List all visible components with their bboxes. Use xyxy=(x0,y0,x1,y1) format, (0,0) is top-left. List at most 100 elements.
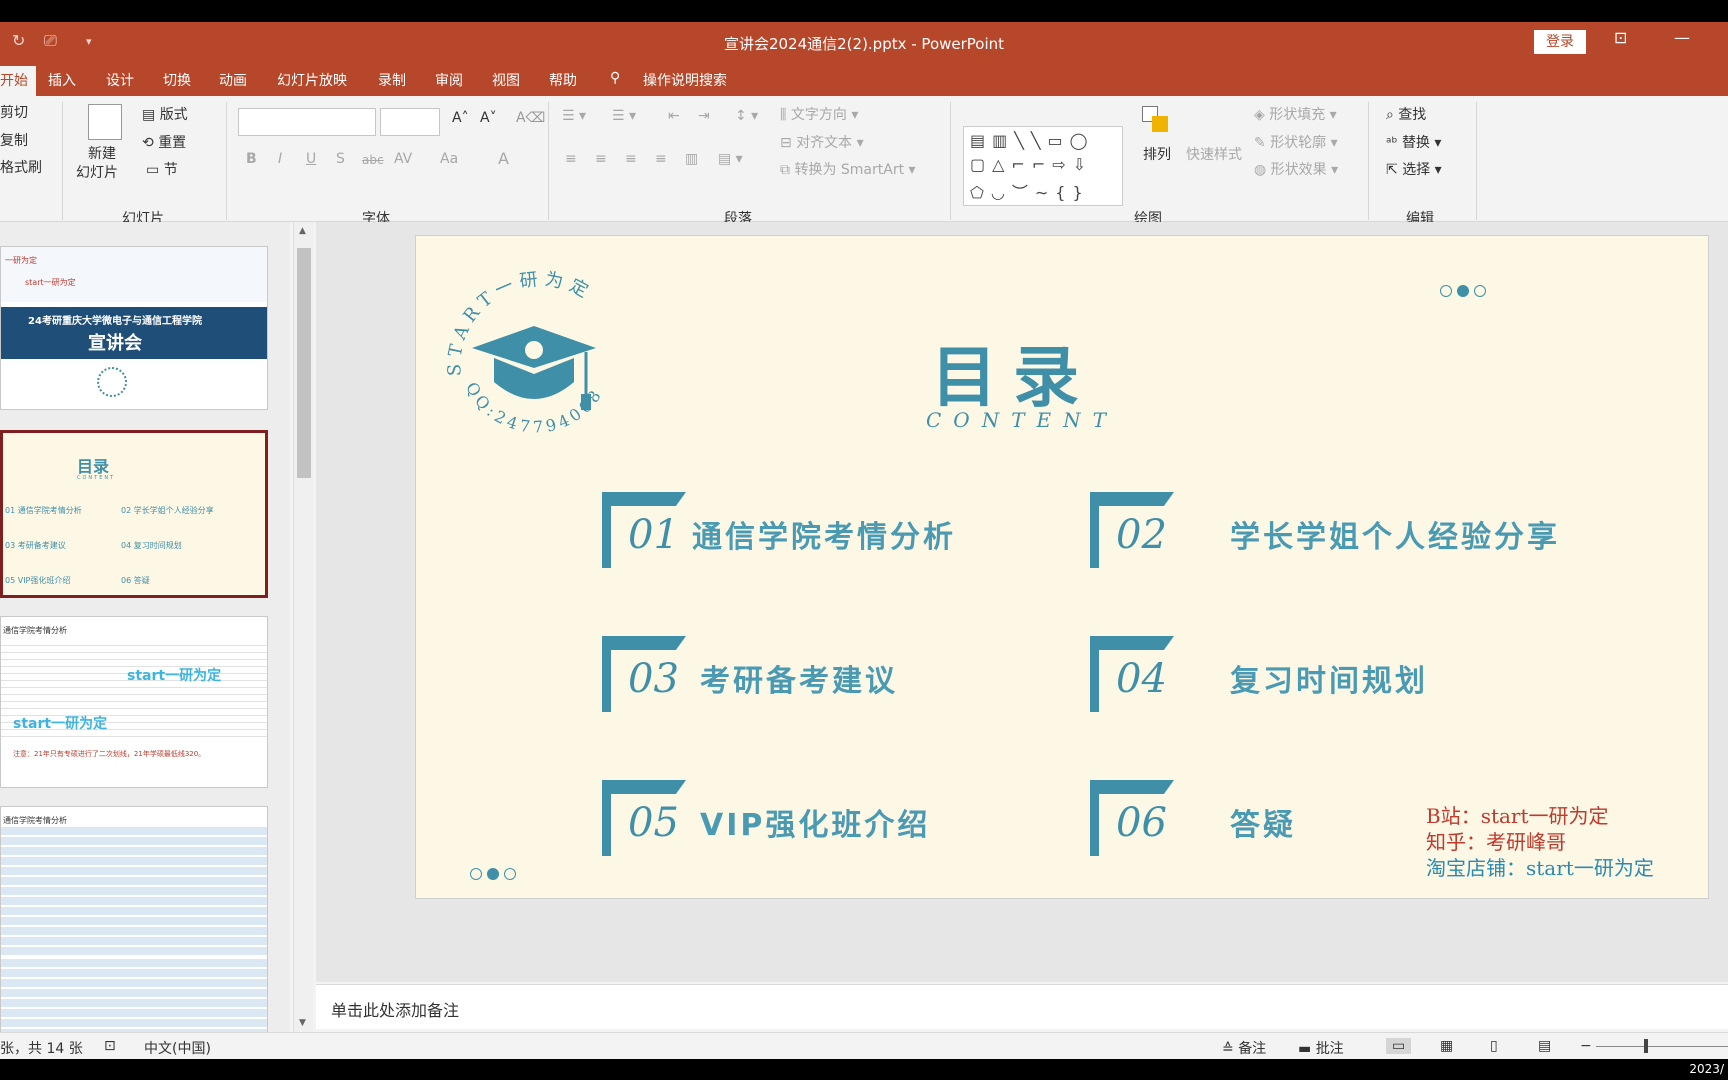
shape-effects-button[interactable]: ◍ 形状效果 ▾ xyxy=(1254,159,1338,179)
credit-taobao: 淘宝店铺：start一研为定 xyxy=(1426,856,1654,880)
thumb2-title: 目录 xyxy=(77,457,110,476)
slide-dots-bottom xyxy=(470,868,516,880)
thumb1-tag2: start一研为定 xyxy=(25,278,76,287)
arrange-icon[interactable] xyxy=(1142,106,1172,140)
tell-me-search[interactable]: 操作说明搜索 xyxy=(643,70,727,90)
tab-design[interactable]: 设计 xyxy=(106,70,134,90)
align-center-icon[interactable]: ≡ xyxy=(595,151,607,167)
tab-help[interactable]: 帮助 xyxy=(549,70,577,90)
login-button[interactable]: 登录 xyxy=(1534,30,1586,54)
font-name-field[interactable] xyxy=(238,108,376,136)
slide-sorter-icon[interactable]: ▦ xyxy=(1440,1038,1453,1054)
italic-button[interactable]: I xyxy=(278,151,282,167)
ribbon-display-icon[interactable]: ⊡ xyxy=(1614,28,1627,47)
thumbnail-slide-2[interactable]: 目录 CONTENT 01 通信学院考情分析 02 学长学姐个人经验分享 03 … xyxy=(0,430,268,598)
new-slide-button[interactable]: 新建 xyxy=(88,143,116,163)
zoom-out-icon[interactable]: − xyxy=(1580,1038,1592,1054)
line-spacing-icon[interactable]: ↕ ▾ xyxy=(735,108,758,124)
decrease-indent-icon[interactable]: ⇤ xyxy=(668,108,680,124)
shadow-button[interactable]: S xyxy=(336,151,345,167)
tab-transitions[interactable]: 切换 xyxy=(163,70,191,90)
tab-slideshow[interactable]: 幻灯片放映 xyxy=(277,70,347,90)
font-size-field[interactable] xyxy=(380,108,440,136)
cut-button[interactable]: 剪切 xyxy=(0,102,28,122)
shape-outline-button[interactable]: ✎ 形状轮廓 ▾ xyxy=(1254,132,1338,152)
thumb1-logo xyxy=(97,367,127,397)
scroll-up-icon[interactable]: ▲ xyxy=(299,226,306,236)
thumbnail-scrollbar[interactable]: ▲ ▼ xyxy=(293,222,313,1032)
copy-button[interactable]: 复制 xyxy=(0,130,28,150)
toc-label: VIP强化班介绍 xyxy=(700,808,931,843)
notes-pane[interactable]: 单击此处添加备注 xyxy=(316,984,1728,1029)
text-direction-button[interactable]: ⫼ 文字方向 ▾ xyxy=(780,104,858,124)
strike-button[interactable]: abc xyxy=(362,153,384,167)
format-painter-button[interactable]: 格式刷 xyxy=(0,157,42,177)
current-slide[interactable]: START一研为定 QQ:2477940089 目录 CONTENT 01 通信… xyxy=(415,235,1709,899)
justify-icon[interactable]: ≡ xyxy=(655,151,667,167)
toc-number: 03 xyxy=(628,656,679,702)
underline-button[interactable]: U xyxy=(306,151,316,167)
tab-review[interactable]: 审阅 xyxy=(435,70,463,90)
scrollbar-thumb[interactable] xyxy=(297,248,311,478)
arrange-button[interactable]: 排列 xyxy=(1143,144,1171,164)
accessibility-icon[interactable]: ⊡ xyxy=(104,1038,116,1054)
align-right-icon[interactable]: ≡ xyxy=(625,151,637,167)
ribbon: 剪切 复制 格式刷 新建 幻灯片 ▤ 版式 ⟲ 重置 ▭ 节 幻灯片 A˄ A˅… xyxy=(0,96,1728,227)
zoom-slider-thumb[interactable] xyxy=(1644,1039,1648,1053)
tab-record[interactable]: 录制 xyxy=(378,70,406,90)
shrink-font-icon[interactable]: A˅ xyxy=(480,110,497,126)
thumbnail-slide-1[interactable]: 一研为定 start一研为定 24考研重庆大学微电子与通信工程学院 宣讲会 xyxy=(0,246,268,410)
thumbnail-slide-4[interactable]: 通信学院考情分析 xyxy=(0,806,268,1046)
notes-toggle[interactable]: ≙ 备注 xyxy=(1222,1038,1266,1058)
thumb3-watermark-2: start一研为定 xyxy=(13,716,108,732)
reading-view-icon[interactable]: ▯ xyxy=(1490,1038,1498,1054)
quick-styles-button[interactable]: 快速样式 xyxy=(1186,144,1242,164)
numbering-icon[interactable]: ☰ ▾ xyxy=(612,108,636,124)
select-button[interactable]: ⇱ 选择 ▾ xyxy=(1386,159,1442,179)
shapes-gallery[interactable]: ▤▥╲╲▭◯ ▢△⌐⌐⇨⇩ ⬠◡︶∼{} xyxy=(963,126,1123,206)
grow-font-icon[interactable]: A˄ xyxy=(452,110,469,126)
tab-animations[interactable]: 动画 xyxy=(219,70,247,90)
layout-button[interactable]: ▤ 版式 xyxy=(142,104,188,124)
tab-home[interactable]: 开始 xyxy=(0,66,36,98)
align-left-icon[interactable]: ≡ xyxy=(565,151,577,167)
change-case-button[interactable]: Aa xyxy=(440,151,458,167)
section-label: 节 xyxy=(163,162,178,178)
new-slide-button-label2[interactable]: 幻灯片 xyxy=(76,162,118,182)
char-spacing-button[interactable]: AV xyxy=(394,151,412,167)
replace-button[interactable]: ᵃᵇ 替换 ▾ xyxy=(1386,132,1441,152)
smartart-button[interactable]: ⧉ 转换为 SmartArt ▾ xyxy=(780,159,916,179)
new-slide-icon[interactable] xyxy=(88,104,122,140)
zoom-slider[interactable] xyxy=(1596,1046,1728,1047)
comments-toggle[interactable]: ▬ 批注 xyxy=(1298,1038,1344,1058)
minimize-icon[interactable]: — xyxy=(1674,28,1690,47)
slide-title: 目录 xyxy=(931,338,1095,416)
tab-view[interactable]: 视图 xyxy=(492,70,520,90)
increase-indent-icon[interactable]: ⇥ xyxy=(698,108,710,124)
bullets-icon[interactable]: ☰ ▾ xyxy=(562,108,586,124)
notes-toggle-label: 备注 xyxy=(1238,1041,1267,1057)
section-button[interactable]: ▭ 节 xyxy=(146,159,178,179)
thumb2-item-3: 03 考研备考建议 xyxy=(5,541,66,550)
normal-view-icon[interactable]: ▭ xyxy=(1386,1038,1412,1054)
thumb2-item-5: 05 VIP强化班介绍 xyxy=(5,576,71,585)
thumbnail-slide-3[interactable]: 通信学院考情分析 start一研为定 start一研为定 注意：21年只有专硕进… xyxy=(0,616,268,788)
toc-number: 01 xyxy=(628,512,679,558)
slide-counter: 张，共 14 张 xyxy=(0,1041,83,1057)
language-indicator[interactable]: 中文(中国) xyxy=(144,1038,211,1058)
reset-button[interactable]: ⟲ 重置 xyxy=(142,132,186,152)
distribute-icon[interactable]: ▥ xyxy=(685,151,698,167)
slideshow-view-icon[interactable]: ▤ xyxy=(1538,1038,1551,1054)
columns-icon[interactable]: ▤ ▾ xyxy=(718,151,743,167)
font-color-button[interactable]: A xyxy=(498,149,509,168)
shape-fill-button[interactable]: ◈ 形状填充 ▾ xyxy=(1254,104,1337,124)
thumb3-title: 通信学院考情分析 xyxy=(3,626,67,635)
clear-format-icon[interactable]: A⌫ xyxy=(516,110,545,126)
thumb1-header: 24考研重庆大学微电子与通信工程学院 xyxy=(28,316,202,327)
bold-button[interactable]: B xyxy=(246,151,257,167)
lightbulb-icon: ⚲ xyxy=(610,70,621,86)
find-button[interactable]: ⌕ 查找 xyxy=(1386,104,1426,124)
align-text-button[interactable]: ⊟ 对齐文本 ▾ xyxy=(780,132,864,152)
tab-insert[interactable]: 插入 xyxy=(48,70,76,90)
scroll-down-icon[interactable]: ▼ xyxy=(299,1018,306,1028)
